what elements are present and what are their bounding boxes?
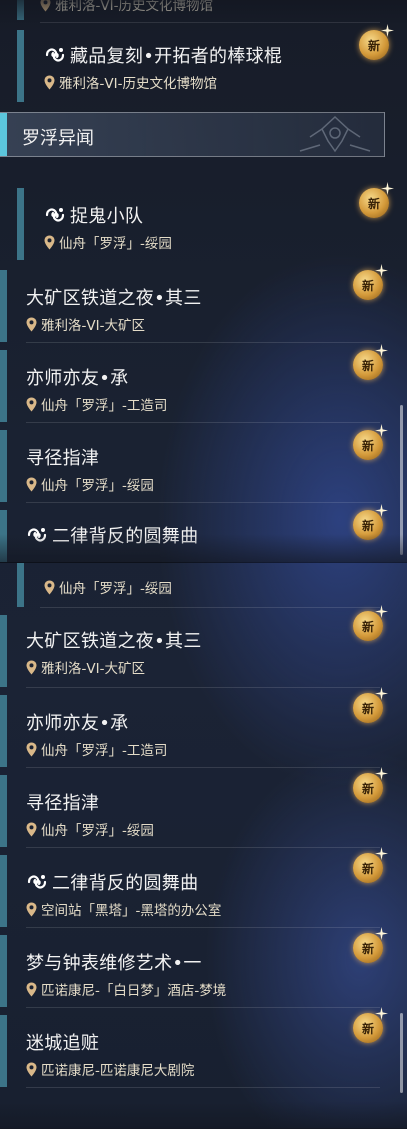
story-swirl-icon bbox=[44, 206, 66, 224]
divider bbox=[40, 22, 380, 23]
divider bbox=[26, 1007, 380, 1008]
quest-list-bottom: 仙舟「罗浮」-绥园 大矿区铁道之夜•其三 雅利洛-VI-大矿区 新 亦师亦友•承… bbox=[0, 562, 407, 1129]
item-title: 寻径指津 bbox=[26, 448, 100, 469]
sparkle-icon bbox=[381, 24, 394, 37]
item-location: 匹诺康尼-匹诺康尼大剧院 bbox=[41, 1063, 195, 1079]
list-item-clock-repair[interactable]: 梦与钟表维修艺术•一 匹诺康尼-「白日梦」酒店-梦境 新 bbox=[0, 935, 407, 1007]
list-item-partial[interactable]: 雅利洛-VI-历史文化博物馆 bbox=[0, 0, 407, 20]
item-title: 亦师亦友•承 bbox=[26, 713, 129, 734]
sparkle-icon bbox=[375, 424, 388, 437]
divider bbox=[26, 927, 380, 928]
sparkle-icon bbox=[375, 927, 388, 940]
list-item-ghost-squad[interactable]: 捉鬼小队 仙舟「罗浮」-绥园 新 bbox=[0, 188, 407, 260]
new-badge: 新 bbox=[353, 611, 383, 641]
item-title: 捉鬼小队 bbox=[70, 206, 144, 227]
item-location: 雅利洛-VI-大矿区 bbox=[41, 661, 145, 677]
list-item-baseball-bat[interactable]: 藏品复刻•开拓者的棒球棍 雅利洛-VI-历史文化博物馆 新 bbox=[0, 30, 407, 102]
new-badge: 新 bbox=[353, 933, 383, 963]
item-location: 仙舟「罗浮」-绥园 bbox=[41, 823, 154, 839]
divider bbox=[26, 1087, 380, 1088]
location-pin-icon bbox=[40, 0, 51, 12]
item-location: 仙舟「罗浮」-绥园 bbox=[41, 478, 154, 494]
story-swirl-icon bbox=[26, 526, 48, 544]
item-location: 仙舟「罗浮」-工造司 bbox=[41, 398, 168, 414]
sparkle-icon bbox=[375, 264, 388, 277]
new-badge: 新 bbox=[353, 693, 383, 723]
item-location: 空间站「黑塔」-黑塔的办公室 bbox=[41, 903, 222, 919]
faction-emblem-icon bbox=[299, 115, 371, 153]
new-badge: 新 bbox=[353, 430, 383, 460]
sparkle-icon bbox=[375, 605, 388, 618]
new-badge: 新 bbox=[353, 270, 383, 300]
item-title: 大矿区铁道之夜•其三 bbox=[26, 288, 202, 309]
list-item-mentor[interactable]: 亦师亦友•承 仙舟「罗浮」-工造司 新 bbox=[0, 350, 407, 422]
new-badge: 新 bbox=[353, 510, 383, 540]
location-pin-icon bbox=[26, 742, 37, 757]
location-pin-icon bbox=[26, 982, 37, 997]
location-pin-icon bbox=[26, 902, 37, 917]
category-title: 罗浮异闻 bbox=[22, 128, 94, 149]
scrollbar-thumb[interactable] bbox=[400, 405, 403, 555]
item-location: 雅利洛-VI-历史文化博物馆 bbox=[59, 76, 217, 92]
item-location: 雅利洛-VI-历史文化博物馆 bbox=[55, 0, 213, 14]
story-swirl-icon bbox=[26, 873, 48, 891]
new-badge: 新 bbox=[359, 30, 389, 60]
divider bbox=[40, 607, 380, 608]
location-pin-icon bbox=[26, 1062, 37, 1077]
scrollbar-thumb[interactable] bbox=[400, 1013, 403, 1093]
item-location: 仙舟「罗浮」-工造司 bbox=[41, 743, 168, 759]
item-title: 二律背反的圆舞曲 bbox=[52, 873, 199, 894]
item-title: 寻径指津 bbox=[26, 793, 100, 814]
item-title: 藏品复刻•开拓者的棒球棍 bbox=[70, 46, 283, 67]
sparkle-icon bbox=[375, 767, 388, 780]
sparkle-icon bbox=[375, 687, 388, 700]
divider bbox=[26, 342, 380, 343]
location-pin-icon bbox=[26, 397, 37, 412]
location-pin-icon bbox=[44, 75, 55, 90]
divider bbox=[26, 687, 380, 688]
list-item-waltz[interactable]: 二律背反的圆舞曲 新 bbox=[0, 510, 407, 562]
sparkle-icon bbox=[375, 344, 388, 357]
category-header[interactable]: 罗浮异闻 bbox=[0, 112, 385, 157]
location-pin-icon bbox=[44, 580, 55, 595]
location-pin-icon bbox=[26, 317, 37, 332]
location-pin-icon bbox=[26, 822, 37, 837]
item-title: 梦与钟表维修艺术•一 bbox=[26, 953, 202, 974]
new-badge: 新 bbox=[353, 853, 383, 883]
sparkle-icon bbox=[375, 847, 388, 860]
item-location: 匹诺康尼-「白日梦」酒店-梦境 bbox=[41, 983, 227, 999]
item-location: 仙舟「罗浮」-绥园 bbox=[59, 581, 172, 597]
new-badge: 新 bbox=[353, 773, 383, 803]
new-badge: 新 bbox=[353, 1013, 383, 1043]
sparkle-icon bbox=[375, 1007, 388, 1020]
location-pin-icon bbox=[26, 660, 37, 675]
item-title: 大矿区铁道之夜•其三 bbox=[26, 631, 202, 652]
item-title: 二律背反的圆舞曲 bbox=[52, 526, 199, 547]
location-pin-icon bbox=[44, 235, 55, 250]
list-item-stolen-goods[interactable]: 迷城追赃 匹诺康尼-匹诺康尼大剧院 新 bbox=[0, 1015, 407, 1087]
divider bbox=[26, 767, 380, 768]
divider bbox=[26, 422, 380, 423]
divider bbox=[26, 847, 380, 848]
item-location: 雅利洛-VI-大矿区 bbox=[41, 318, 145, 334]
list-item-partial[interactable]: 仙舟「罗浮」-绥园 bbox=[0, 563, 407, 607]
item-title: 亦师亦友•承 bbox=[26, 368, 129, 389]
list-item-pathfinder[interactable]: 寻径指津 仙舟「罗浮」-绥园 新 bbox=[0, 430, 407, 502]
sparkle-icon bbox=[381, 182, 394, 195]
quest-list-top: 雅利洛-VI-历史文化博物馆 藏品复刻•开拓者的棒球棍 雅利洛-VI-历史文化博… bbox=[0, 0, 407, 562]
list-item-pathfinder[interactable]: 寻径指津 仙舟「罗浮」-绥园 新 bbox=[0, 775, 407, 847]
list-item-mine-railway[interactable]: 大矿区铁道之夜•其三 雅利洛-VI-大矿区 新 bbox=[0, 615, 407, 687]
location-pin-icon bbox=[26, 477, 37, 492]
list-item-mentor[interactable]: 亦师亦友•承 仙舟「罗浮」-工造司 新 bbox=[0, 695, 407, 767]
item-title: 迷城追赃 bbox=[26, 1033, 100, 1054]
new-badge: 新 bbox=[353, 350, 383, 380]
list-item-mine-railway[interactable]: 大矿区铁道之夜•其三 雅利洛-VI-大矿区 新 bbox=[0, 270, 407, 342]
story-swirl-icon bbox=[44, 46, 66, 64]
new-badge: 新 bbox=[359, 188, 389, 218]
divider bbox=[26, 502, 380, 503]
sparkle-icon bbox=[375, 504, 388, 517]
item-location: 仙舟「罗浮」-绥园 bbox=[59, 236, 172, 252]
list-item-waltz[interactable]: 二律背反的圆舞曲 空间站「黑塔」-黑塔的办公室 新 bbox=[0, 855, 407, 927]
